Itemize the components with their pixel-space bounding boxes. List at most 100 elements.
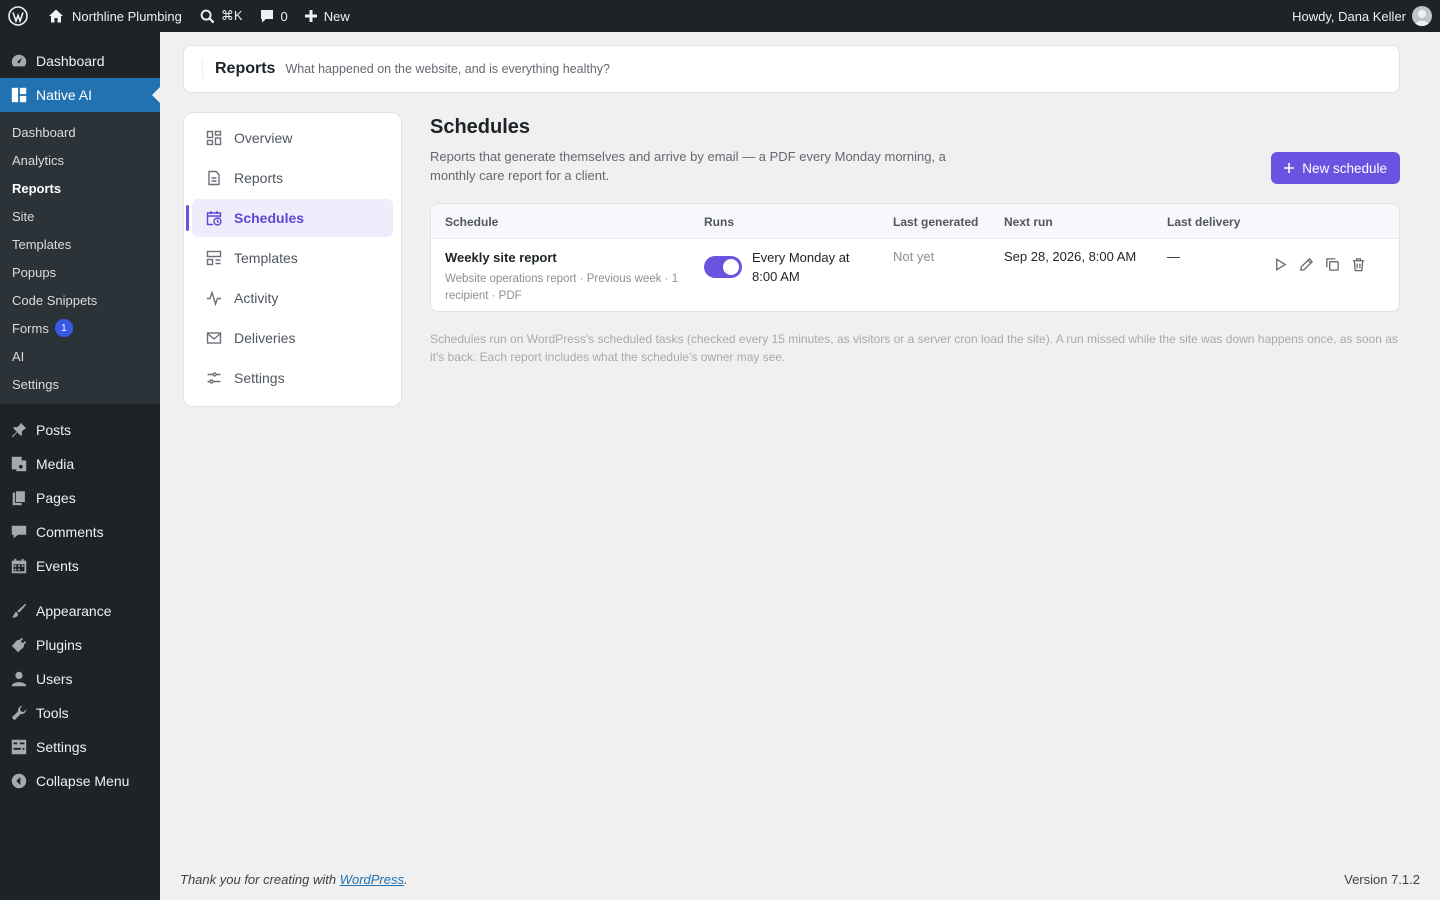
search-shortcut: ⌘K <box>220 8 243 23</box>
reports-subnav: Overview Reports Schedules Templates Act… <box>183 112 402 407</box>
submenu-templates[interactable]: Templates <box>0 230 160 258</box>
last-generated-value: Not yet <box>893 249 935 264</box>
delete-trash-icon[interactable] <box>1351 257 1366 272</box>
pages-icon <box>12 490 26 506</box>
submenu-label: Code Snippets <box>12 292 98 308</box>
schedules-panel: Schedules Reports that generate themselv… <box>430 112 1400 364</box>
menu-pages[interactable]: Pages <box>0 481 160 515</box>
subnav-reports[interactable]: Reports <box>192 159 393 197</box>
my-account-button[interactable]: Howdy, Dana Keller <box>1284 0 1440 32</box>
submenu-popups[interactable]: Popups <box>0 258 160 286</box>
submenu-settings[interactable]: Settings <box>0 370 160 398</box>
column-header-last-generated: Last generated <box>893 215 979 229</box>
submenu-forms[interactable]: Forms 1 <box>0 314 160 342</box>
document-icon <box>208 170 220 186</box>
menu-label: Dashboard <box>36 53 105 69</box>
howdy-text: Howdy, Dana Keller <box>1292 8 1406 24</box>
menu-media[interactable]: Media <box>0 447 160 481</box>
menu-posts[interactable]: Posts <box>0 413 160 447</box>
footer-thanks-prefix: Thank you for creating with <box>180 872 340 887</box>
menu-native-ai[interactable]: Native AI <box>0 78 160 112</box>
new-content-button[interactable]: New <box>296 0 358 32</box>
submenu-label: Settings <box>12 376 59 392</box>
calendar-icon <box>11 558 27 574</box>
footer-thanks-suffix: . <box>404 872 408 887</box>
settings-sliders-icon <box>11 739 27 755</box>
grid-icon <box>11 87 27 103</box>
page-title: Reports <box>202 60 275 78</box>
wordpress-logo-icon <box>8 6 28 26</box>
menu-label: Settings <box>36 739 87 755</box>
collapse-menu-button[interactable]: Collapse Menu <box>0 764 160 798</box>
submenu-label: Reports <box>12 180 62 196</box>
menu-events[interactable]: Events <box>0 549 160 583</box>
section-description: Reports that generate themselves and arr… <box>430 149 946 183</box>
edit-pencil-icon[interactable] <box>1299 257 1314 272</box>
new-schedule-button[interactable]: New schedule <box>1271 152 1400 184</box>
schedule-enabled-toggle[interactable] <box>704 256 742 278</box>
menu-dashboard[interactable]: Dashboard <box>0 44 160 78</box>
menu-label: Comments <box>36 524 104 540</box>
avatar <box>1412 6 1432 26</box>
subnav-overview[interactable]: Overview <box>192 119 393 157</box>
table-row[interactable]: Weekly site report Website operations re… <box>431 239 1399 311</box>
duplicate-icon[interactable] <box>1325 257 1340 272</box>
plus-icon <box>1284 163 1295 173</box>
wordpress-link[interactable]: WordPress <box>340 872 404 887</box>
run-now-play-icon[interactable] <box>1273 257 1288 272</box>
submenu-reports[interactable]: Reports <box>0 174 160 202</box>
paintbrush-icon <box>11 603 27 618</box>
subnav-settings[interactable]: Settings <box>192 359 393 397</box>
submenu-label: AI <box>12 348 25 364</box>
submenu-ai[interactable]: AI <box>0 342 160 370</box>
submenu-site[interactable]: Site <box>0 202 160 230</box>
menu-label: Posts <box>36 422 72 438</box>
new-label: New <box>323 8 350 24</box>
submenu-label: Dashboard <box>12 124 76 140</box>
menu-comments[interactable]: Comments <box>0 515 160 549</box>
page-header: Reports What happened on the website, an… <box>183 45 1400 93</box>
menu-users[interactable]: Users <box>0 662 160 696</box>
row-actions <box>1273 257 1366 272</box>
footer-version: Version 7.1.2 <box>1344 872 1420 887</box>
subnav-templates[interactable]: Templates <box>192 239 393 277</box>
last-delivery-value: — <box>1167 249 1180 264</box>
submenu-code-snippets[interactable]: Code Snippets <box>0 286 160 314</box>
menu-settings[interactable]: Settings <box>0 730 160 764</box>
table-header: Schedule Runs Last generated Next run La… <box>431 204 1399 239</box>
subnav-label: Deliveries <box>234 330 296 346</box>
column-header-last-delivery: Last delivery <box>1167 215 1241 229</box>
subnav-activity[interactable]: Activity <box>192 279 393 317</box>
wordpress-logo-button[interactable] <box>0 0 36 32</box>
menu-label: Media <box>36 456 75 472</box>
activity-pulse-icon <box>207 290 221 306</box>
subnav-deliveries[interactable]: Deliveries <box>192 319 393 357</box>
subnav-label: Overview <box>234 130 293 146</box>
menu-label: Users <box>36 671 73 687</box>
menu-label: Tools <box>36 705 69 721</box>
submenu-label: Site <box>12 208 35 224</box>
menu-tools[interactable]: Tools <box>0 696 160 730</box>
menu-label: Plugins <box>36 637 82 653</box>
site-name-link[interactable]: Northline Plumbing <box>36 0 190 32</box>
forms-count-badge: 1 <box>54 319 73 337</box>
schedule-name[interactable]: Weekly site report <box>445 250 685 265</box>
subnav-label: Reports <box>234 170 284 186</box>
menu-plugins[interactable]: Plugins <box>0 628 160 662</box>
submenu-dashboard[interactable]: Dashboard <box>0 118 160 146</box>
menu-label: Events <box>36 558 79 574</box>
submenu-analytics[interactable]: Analytics <box>0 146 160 174</box>
calendar-clock-icon <box>206 211 222 226</box>
footer-thanks: Thank you for creating with WordPress. <box>180 872 408 887</box>
wrench-icon <box>11 705 27 721</box>
column-header-schedule: Schedule <box>445 215 499 229</box>
home-icon <box>49 9 63 23</box>
subnav-schedules[interactable]: Schedules <box>186 199 393 237</box>
new-schedule-label: New schedule <box>1302 160 1387 176</box>
native-ai-submenu: Dashboard Analytics Reports Site Templat… <box>0 112 160 404</box>
schedules-table: Schedule Runs Last generated Next run La… <box>430 203 1400 312</box>
media-icon <box>11 456 27 472</box>
search-shortcut-button[interactable]: ⌘K <box>190 0 251 32</box>
menu-appearance[interactable]: Appearance <box>0 594 160 628</box>
comments-link[interactable]: 0 <box>251 0 296 32</box>
